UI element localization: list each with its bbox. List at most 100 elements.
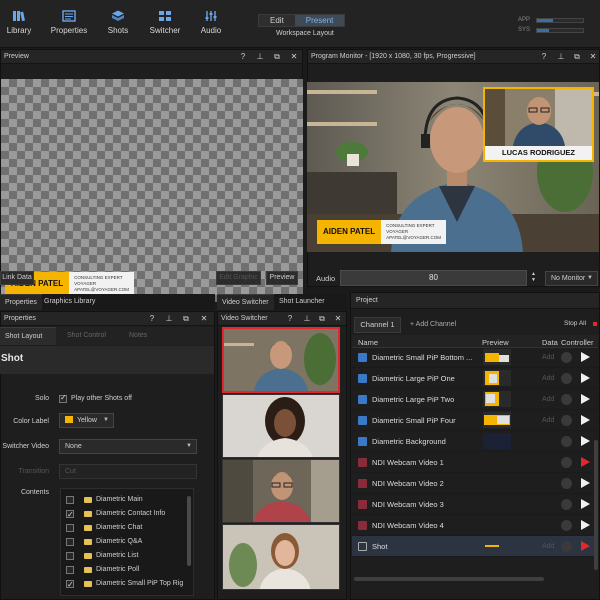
solo-checkbox[interactable]	[59, 393, 67, 403]
add-channel-button[interactable]: + Add Channel	[410, 321, 456, 328]
play-icon[interactable]	[581, 415, 590, 425]
table-row[interactable]: Diametric Small PiP Bottom ... Add	[352, 347, 598, 368]
play-icon[interactable]	[581, 499, 590, 509]
float-icon[interactable]: ⧉	[180, 312, 192, 326]
float-icon[interactable]: ⧉	[271, 50, 283, 64]
play-icon[interactable]	[581, 373, 590, 383]
row-name: NDI Webcam Video 2	[372, 479, 444, 488]
workspace-present-tab[interactable]: Present	[294, 15, 345, 26]
help-icon[interactable]: ?	[146, 312, 158, 326]
add-data-button[interactable]: Add	[542, 410, 554, 431]
content-checkbox[interactable]	[66, 552, 74, 560]
list-item[interactable]: Diametric Main	[62, 493, 188, 507]
add-data-button[interactable]: Add	[542, 389, 554, 410]
tab-graphics-library[interactable]: Graphics Library	[39, 294, 100, 310]
tab-video-switcher[interactable]: Video Switcher	[217, 294, 274, 310]
audio-button[interactable]: Audio	[188, 10, 234, 35]
transition-select[interactable]: Cut	[59, 464, 197, 479]
library-button[interactable]: Library	[0, 10, 42, 35]
switcher-source-3[interactable]	[222, 459, 340, 523]
table-row[interactable]: Shot Add	[352, 536, 598, 557]
add-data-button[interactable]: Add	[542, 347, 554, 368]
color-label-select[interactable]: Yellow ▼	[59, 413, 114, 428]
switcher-source-1[interactable]	[222, 327, 340, 393]
play-icon[interactable]	[581, 541, 590, 551]
close-icon[interactable]: ✕	[198, 312, 210, 326]
tab-channel-1[interactable]: Channel 1	[354, 317, 401, 333]
pin-icon[interactable]: ⊥	[254, 50, 266, 64]
webcam-4-video	[223, 525, 339, 589]
add-data-button[interactable]: Add	[542, 368, 554, 389]
table-row[interactable]: Diametric Small PiP Four Add	[352, 410, 598, 431]
help-icon[interactable]: ?	[284, 312, 296, 326]
content-checkbox[interactable]	[66, 578, 74, 591]
graphic-icon	[358, 353, 367, 362]
list-item[interactable]: Diametric Poll	[62, 563, 188, 577]
row-name: Diametric Large PiP Two	[372, 395, 455, 404]
pin-icon[interactable]: ⊥	[163, 312, 175, 326]
play-icon[interactable]	[581, 478, 590, 488]
close-icon[interactable]: ✕	[332, 312, 344, 326]
table-row[interactable]: Diametric Large PiP One Add	[352, 368, 598, 389]
play-icon[interactable]	[581, 436, 590, 446]
project-scrollbar[interactable]	[594, 440, 598, 570]
play-icon[interactable]	[581, 394, 590, 404]
workspace-edit-tab[interactable]: Edit	[259, 15, 295, 26]
content-checkbox[interactable]	[66, 566, 74, 574]
play-icon[interactable]	[581, 520, 590, 530]
shots-button[interactable]: Shots	[95, 10, 141, 35]
table-row[interactable]: NDI Webcam Video 2	[352, 473, 598, 494]
row-preview	[483, 412, 511, 428]
properties-button[interactable]: Properties	[46, 10, 92, 35]
monitor-select[interactable]: No Monitor ▼	[545, 271, 598, 286]
table-row[interactable]: Diametric Large PiP Two Add	[352, 389, 598, 410]
edit-graphic-button[interactable]: Edit Graphic	[216, 271, 261, 285]
add-data-button[interactable]: Add	[542, 536, 554, 557]
volume-stepper[interactable]: ▲ ▼	[531, 271, 536, 283]
play-icon[interactable]	[581, 352, 590, 362]
list-item[interactable]: Diametric Chat	[62, 521, 188, 535]
audio-icon	[205, 11, 217, 21]
content-checkbox[interactable]	[66, 524, 74, 532]
switcher-video-select[interactable]: None ▼	[59, 439, 197, 454]
audio-volume-slider[interactable]: 80	[340, 270, 527, 286]
table-row[interactable]: NDI Webcam Video 4	[352, 515, 598, 536]
preview-button[interactable]: Preview	[266, 271, 298, 285]
play-icon[interactable]	[581, 457, 590, 467]
close-icon[interactable]: ✕	[288, 50, 300, 64]
help-icon[interactable]: ?	[538, 50, 550, 64]
list-item[interactable]: Diametric Q&A	[62, 535, 188, 549]
folder-icon	[84, 511, 92, 517]
chevron-down-icon: ▼	[186, 443, 192, 449]
tab-shot-launcher[interactable]: Shot Launcher	[274, 294, 330, 310]
list-item[interactable]: Diametric Small PiP Top Rig	[62, 577, 188, 591]
content-checkbox[interactable]	[66, 496, 74, 504]
table-row[interactable]: NDI Webcam Video 3	[352, 494, 598, 515]
tab-shot-layout[interactable]: Shot Layout	[0, 327, 56, 345]
switcher-source-4[interactable]	[222, 524, 340, 590]
float-icon[interactable]: ⧉	[316, 312, 328, 326]
folder-icon	[84, 539, 92, 545]
link-data-button[interactable]: Link Data	[0, 271, 34, 285]
float-icon[interactable]: ⧉	[571, 50, 583, 64]
pin-icon[interactable]: ⊥	[301, 312, 313, 326]
list-item[interactable]: Diametric List	[62, 549, 188, 563]
list-item[interactable]: Diametric Contact Info	[62, 507, 188, 521]
tab-notes[interactable]: Notes	[124, 327, 152, 345]
help-icon[interactable]: ?	[237, 50, 249, 64]
close-icon[interactable]: ✕	[587, 50, 599, 64]
switcher-button[interactable]: Switcher	[142, 10, 188, 35]
table-row[interactable]: Diametric Background	[352, 431, 598, 452]
content-checkbox[interactable]	[66, 508, 74, 521]
content-label: Diametric Poll	[96, 566, 140, 573]
table-row[interactable]: NDI Webcam Video 1	[352, 452, 598, 473]
project-hscrollbar[interactable]	[354, 577, 544, 581]
tab-shot-control[interactable]: Shot Control	[62, 327, 111, 345]
switcher-source-2[interactable]	[222, 394, 340, 458]
pin-icon[interactable]: ⊥	[555, 50, 567, 64]
pip-name-label: LUCAS RODRIGUEZ	[485, 146, 592, 160]
tab-properties[interactable]: Properties	[0, 294, 42, 310]
content-checkbox[interactable]	[66, 538, 74, 546]
stop-all-button[interactable]: Stop All	[564, 320, 586, 327]
graphic-icon	[358, 416, 367, 425]
